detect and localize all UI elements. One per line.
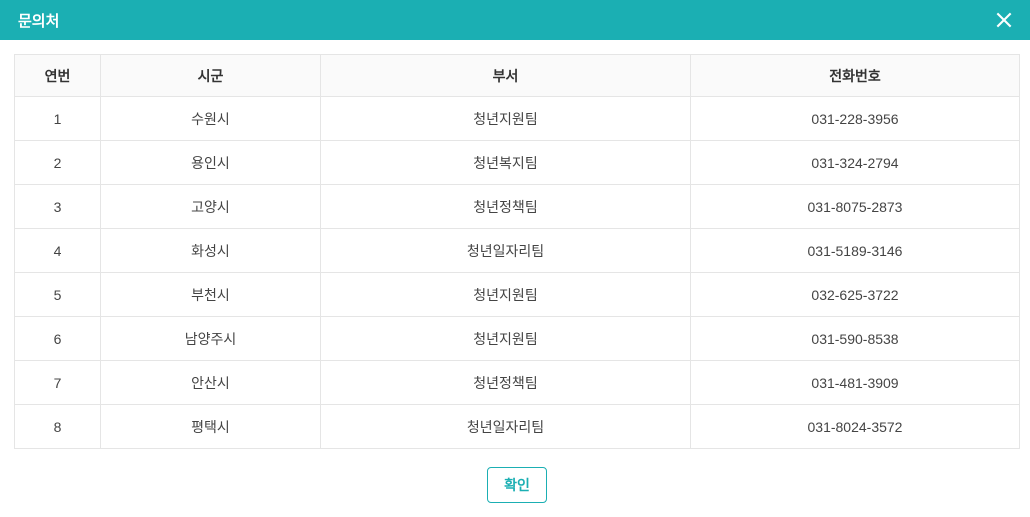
contact-table: 연번 시군 부서 전화번호 1수원시청년지원팀031-228-39562용인시청…	[14, 54, 1020, 449]
cell-phone: 031-228-3956	[691, 97, 1020, 141]
cell-num: 4	[15, 229, 101, 273]
cell-dept: 청년지원팀	[321, 317, 691, 361]
cell-phone: 031-8075-2873	[691, 185, 1020, 229]
table-row: 7안산시청년정책팀031-481-3909	[15, 361, 1020, 405]
cell-city: 화성시	[101, 229, 321, 273]
cell-phone: 031-8024-3572	[691, 405, 1020, 449]
table-row: 4화성시청년일자리팀031-5189-3146	[15, 229, 1020, 273]
cell-phone: 031-324-2794	[691, 141, 1020, 185]
cell-dept: 청년지원팀	[321, 273, 691, 317]
contact-modal: 문의처 연번 시군 부서 전화번호 1수원시청년지원팀031-228	[0, 0, 1030, 517]
table-row: 8평택시청년일자리팀031-8024-3572	[15, 405, 1020, 449]
table-row: 2용인시청년복지팀031-324-2794	[15, 141, 1020, 185]
ok-button[interactable]: 확인	[487, 467, 547, 503]
table-row: 3고양시청년정책팀031-8075-2873	[15, 185, 1020, 229]
cell-phone: 031-590-8538	[691, 317, 1020, 361]
cell-dept: 청년복지팀	[321, 141, 691, 185]
table-row: 6남양주시청년지원팀031-590-8538	[15, 317, 1020, 361]
cell-city: 안산시	[101, 361, 321, 405]
table-row: 1수원시청년지원팀031-228-3956	[15, 97, 1020, 141]
cell-num: 1	[15, 97, 101, 141]
cell-dept: 청년정책팀	[321, 185, 691, 229]
col-header-num: 연번	[15, 55, 101, 97]
cell-phone: 031-481-3909	[691, 361, 1020, 405]
cell-num: 2	[15, 141, 101, 185]
modal-body: 연번 시군 부서 전화번호 1수원시청년지원팀031-228-39562용인시청…	[0, 40, 1030, 517]
cell-num: 6	[15, 317, 101, 361]
cell-city: 고양시	[101, 185, 321, 229]
cell-city: 수원시	[101, 97, 321, 141]
cell-dept: 청년정책팀	[321, 361, 691, 405]
cell-num: 7	[15, 361, 101, 405]
cell-dept: 청년지원팀	[321, 97, 691, 141]
table-header-row: 연번 시군 부서 전화번호	[15, 55, 1020, 97]
col-header-phone: 전화번호	[691, 55, 1020, 97]
cell-city: 용인시	[101, 141, 321, 185]
cell-city: 평택시	[101, 405, 321, 449]
cell-city: 남양주시	[101, 317, 321, 361]
cell-dept: 청년일자리팀	[321, 405, 691, 449]
modal-title: 문의처	[18, 10, 59, 31]
close-icon	[994, 10, 1014, 30]
cell-num: 5	[15, 273, 101, 317]
close-button[interactable]	[990, 6, 1018, 34]
cell-num: 8	[15, 405, 101, 449]
table-row: 5부천시청년지원팀032-625-3722	[15, 273, 1020, 317]
cell-phone: 031-5189-3146	[691, 229, 1020, 273]
cell-num: 3	[15, 185, 101, 229]
modal-footer: 확인	[14, 451, 1020, 517]
col-header-dept: 부서	[321, 55, 691, 97]
table-scroll-area[interactable]: 연번 시군 부서 전화번호 1수원시청년지원팀031-228-39562용인시청…	[14, 54, 1020, 451]
cell-dept: 청년일자리팀	[321, 229, 691, 273]
col-header-city: 시군	[101, 55, 321, 97]
cell-phone: 032-625-3722	[691, 273, 1020, 317]
cell-city: 부천시	[101, 273, 321, 317]
modal-header: 문의처	[0, 0, 1030, 40]
